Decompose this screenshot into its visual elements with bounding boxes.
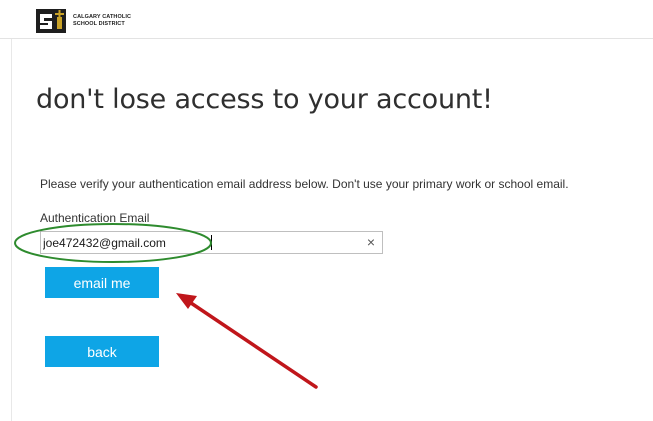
- authentication-email-input[interactable]: [41, 232, 361, 253]
- clear-icon[interactable]: ×: [367, 233, 375, 252]
- district-logo: CALGARY CATHOLIC SCHOOL DISTRICT: [36, 8, 156, 34]
- email-me-button[interactable]: email me: [45, 267, 159, 298]
- authentication-email-label: Authentication Email: [40, 211, 150, 225]
- left-divider: [11, 39, 12, 421]
- calgary-catholic-logo-icon: [36, 9, 66, 33]
- back-button[interactable]: back: [45, 336, 159, 367]
- header-bar: CALGARY CATHOLIC SCHOOL DISTRICT: [0, 0, 653, 39]
- instructions-text: Please verify your authentication email …: [40, 177, 569, 191]
- logo-text-line-1: CALGARY CATHOLIC: [73, 14, 132, 20]
- authentication-email-field[interactable]: ×: [40, 231, 383, 254]
- text-cursor: [211, 235, 212, 250]
- page: CALGARY CATHOLIC SCHOOL DISTRICT don't l…: [0, 0, 653, 421]
- logo-text-line-2: SCHOOL DISTRICT: [73, 21, 125, 27]
- page-title: don't lose access to your account!: [36, 84, 493, 115]
